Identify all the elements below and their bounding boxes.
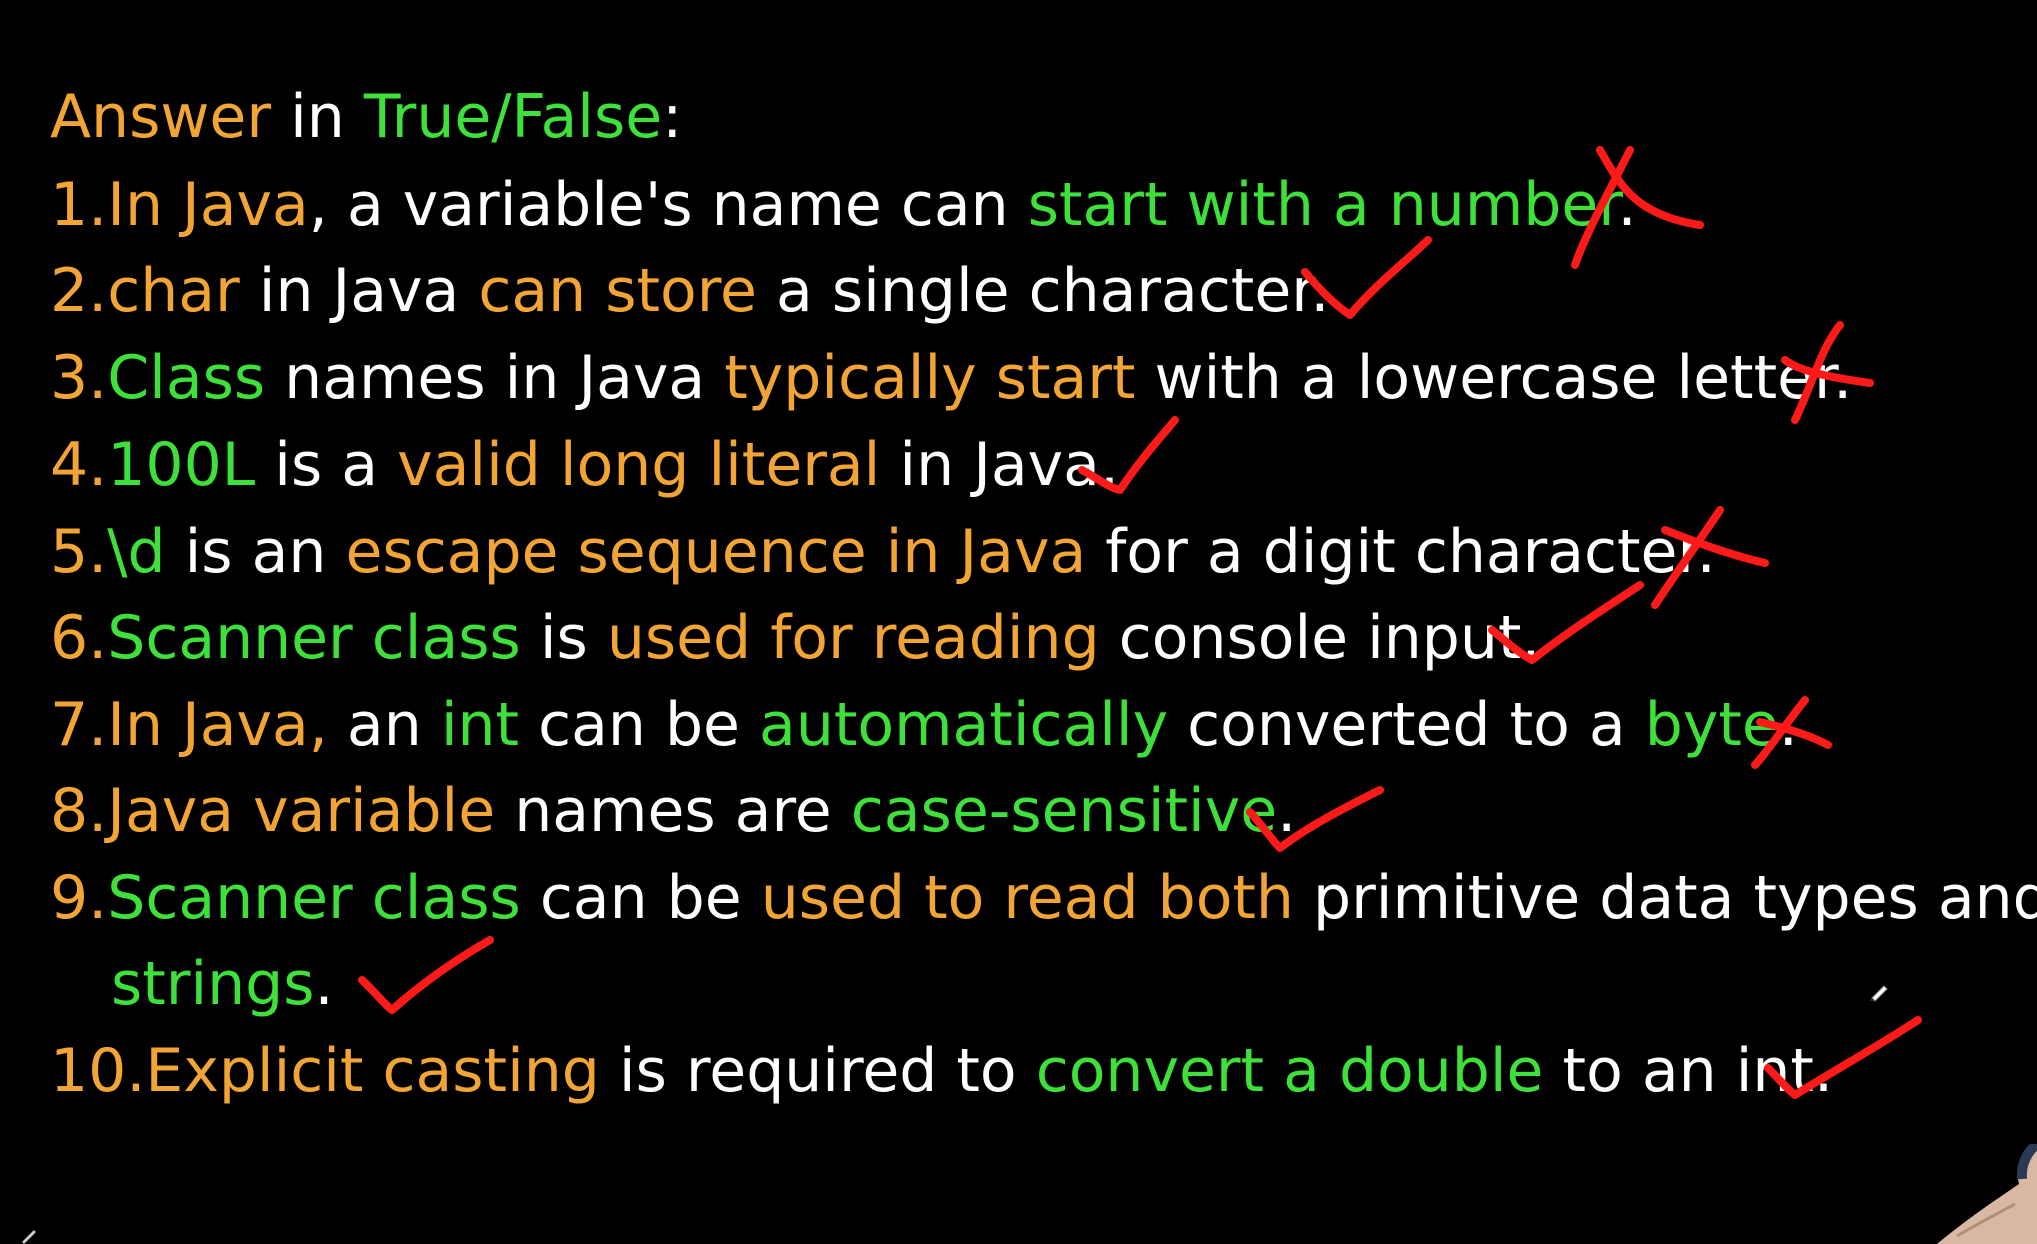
question-4: 4.100L is a valid long literal in Java.	[50, 430, 1119, 500]
question-text-segment: is required to	[599, 1036, 1036, 1106]
question-text-segment: names are	[495, 776, 851, 846]
question-text-segment: , a variable's name can	[308, 170, 1028, 240]
question-text-segment: names in Java	[265, 343, 725, 413]
question-text-segment: valid long literal	[397, 430, 881, 500]
question-number: 10.	[50, 1036, 146, 1106]
question-text-segment: Class	[107, 343, 266, 413]
question-5: 5.\d is an escape sequence in Java for a…	[50, 517, 1716, 587]
question-text-segment: in Java	[239, 256, 479, 326]
question-text-segment: Explicit casting	[145, 1036, 600, 1106]
question-number: 7.	[50, 690, 108, 760]
question-text-segment: Java variable	[107, 776, 496, 846]
presenter-hand	[1937, 1144, 2037, 1244]
question-text-segment: for a digit character.	[1086, 517, 1716, 587]
question-10: 10.Explicit casting is required to conve…	[50, 1036, 1833, 1106]
question-text-segment: in Java.	[880, 430, 1120, 500]
question-text-segment: can store	[478, 256, 757, 326]
question-text-segment: used to read both	[760, 863, 1294, 933]
question-text-segment: .	[1617, 170, 1637, 240]
question-number: 1.	[50, 170, 108, 240]
question-text-segment: can be	[520, 863, 761, 933]
question-text-segment: can be	[519, 690, 760, 760]
question-text-segment: Scanner class	[107, 603, 521, 673]
question-2: 2.char in Java can store a single charac…	[50, 256, 1329, 326]
question-text-segment: console input.	[1099, 603, 1541, 673]
heading-answer: Answer	[50, 82, 271, 152]
question-text-segment: char	[107, 256, 240, 326]
question-text-segment: a single character.	[756, 256, 1330, 326]
question-text-segment: int	[440, 690, 520, 760]
heading-colon: :	[662, 82, 683, 152]
question-text-segment: 100L	[107, 430, 256, 500]
question-number: 6.	[50, 603, 108, 673]
question-text-segment: In Java,	[107, 690, 328, 760]
question-9-continuation: strings.	[111, 949, 334, 1019]
question-text-segment: .	[1277, 776, 1297, 846]
question-text-segment: typically start	[724, 343, 1136, 413]
question-number: 4.	[50, 430, 108, 500]
slide: Answer in True/False: 1.In Java, a varia…	[0, 0, 2037, 1244]
question-text-segment: \d	[107, 517, 166, 587]
heading-in: in	[271, 82, 364, 152]
question-text-segment: to an int.	[1543, 1036, 1834, 1106]
question-text-segment: is a	[255, 430, 398, 500]
question-text-segment: Scanner class	[107, 863, 521, 933]
question-1: 1.In Java, a variable's name can start w…	[50, 170, 1637, 240]
question-7: 7.In Java, an int can be automatically c…	[50, 690, 1798, 760]
question-text-segment: automatically	[759, 690, 1169, 760]
question-text-segment: strings	[111, 949, 315, 1019]
pen-cursor-icon	[1870, 985, 1888, 1002]
question-text-segment: .	[1778, 690, 1798, 760]
question-3: 3.Class names in Java typically start wi…	[50, 343, 1852, 413]
heading-true-false: True/False	[363, 82, 663, 152]
question-number: 2.	[50, 256, 108, 326]
question-text-segment: used for reading	[606, 603, 1100, 673]
stylus-mark-icon	[22, 1230, 36, 1244]
question-number: 9.	[50, 863, 108, 933]
question-number: 8.	[50, 776, 108, 846]
question-number: 3.	[50, 343, 108, 413]
question-text-segment: In Java	[107, 170, 309, 240]
question-text-segment: .	[314, 949, 334, 1019]
question-number: 5.	[50, 517, 108, 587]
question-text-segment: is	[520, 603, 607, 673]
question-text-segment: an	[327, 690, 441, 760]
check-icon	[358, 936, 494, 1014]
question-text-segment: primitive data types and	[1293, 863, 2037, 933]
question-text-segment: is an	[165, 517, 346, 587]
question-text-segment: byte	[1644, 690, 1779, 760]
question-8: 8.Java variable names are case-sensitive…	[50, 776, 1296, 846]
question-6: 6.Scanner class is used for reading cons…	[50, 603, 1541, 673]
question-text-segment: converted to a	[1168, 690, 1645, 760]
question-9: 9.Scanner class can be used to read both…	[50, 863, 2037, 933]
question-text-segment: start with a number	[1027, 170, 1618, 240]
question-text-segment: convert a double	[1035, 1036, 1544, 1106]
question-text-segment: case-sensitive	[850, 776, 1278, 846]
question-text-segment: escape sequence in Java	[345, 517, 1087, 587]
question-text-segment: with a lowercase letter.	[1135, 343, 1853, 413]
heading: Answer in True/False:	[50, 82, 682, 152]
